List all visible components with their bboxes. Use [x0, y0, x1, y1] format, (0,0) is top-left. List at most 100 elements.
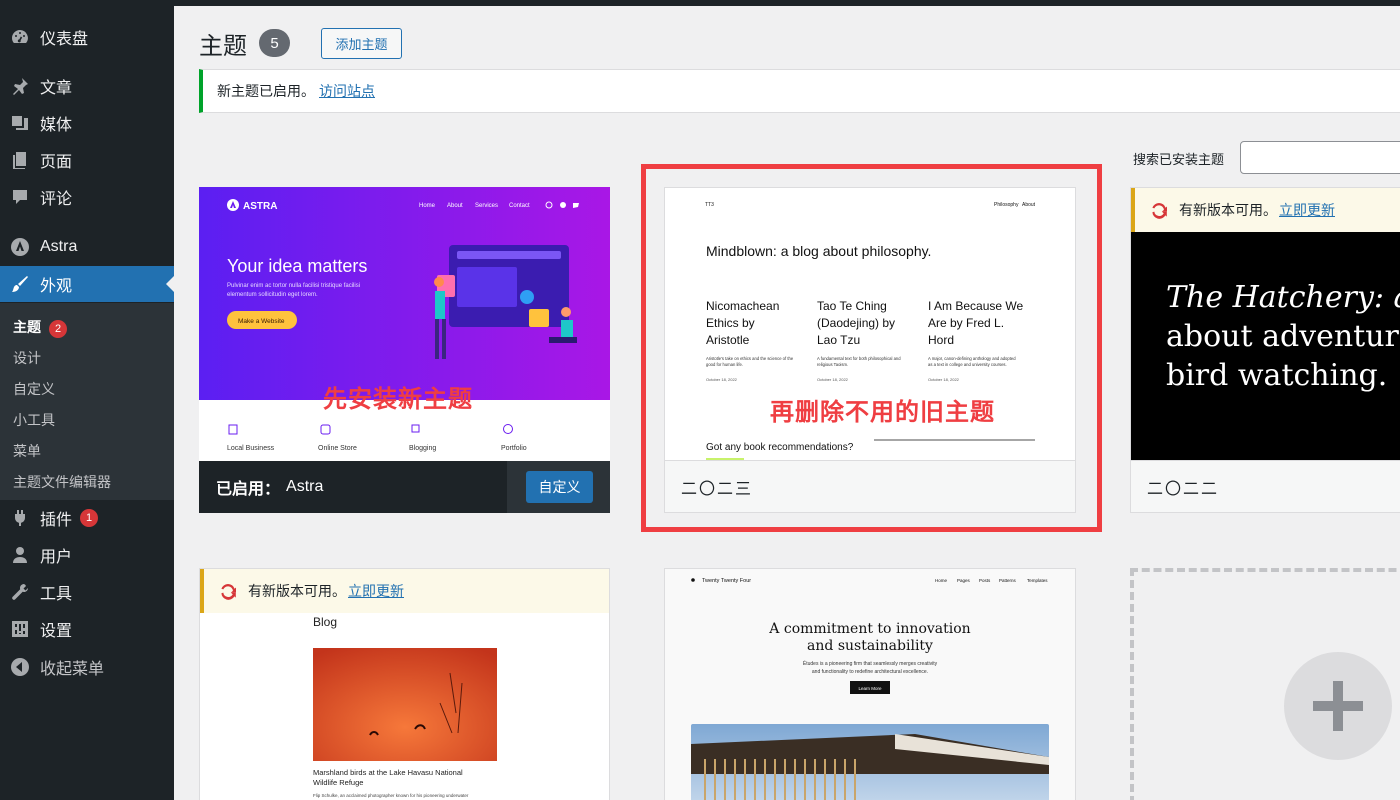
menu-plugins[interactable]: 插件 1 — [0, 500, 174, 536]
tt4-site-title: Twenty Twenty Four — [702, 578, 751, 584]
astra-sub1: Pulvinar enim ac tortor nulla facilisi t… — [227, 283, 360, 289]
user-icon — [9, 544, 31, 566]
page-icon — [9, 149, 31, 171]
menu-posts[interactable]: 文章 — [0, 68, 174, 104]
update-icon — [218, 581, 238, 601]
tt4-headline-2: and sustainability — [807, 638, 933, 654]
pin-icon — [9, 75, 31, 97]
tt1-preview: Blog Marshland birds at the Lake Havasu … — [200, 613, 609, 800]
add-theme-button[interactable]: 添加主题 — [321, 28, 402, 59]
astra-nav-about: About — [447, 203, 463, 209]
tt4-desc-1: Études is a pioneering firm that seamles… — [803, 660, 938, 667]
customize-button[interactable]: 自定义 — [526, 471, 593, 503]
menu-appearance-label: 外观 — [40, 278, 73, 295]
submenu-theme-editor[interactable]: 主题文件编辑器 — [13, 472, 111, 492]
admin-toolbar — [0, 0, 1400, 6]
tt2-footer: 二〇二二 — [1131, 460, 1400, 512]
menu-dashboard[interactable]: 仪表盘 — [0, 19, 174, 55]
tt2-update-text: 有新版本可用。 — [1179, 202, 1277, 218]
tt2-update-notice: 有新版本可用。 立即更新 — [1131, 188, 1400, 232]
tt4-preview: Twenty Twenty Four Home Pages Posts Patt… — [665, 569, 1075, 800]
menu-tools[interactable]: 工具 — [0, 574, 174, 610]
media-icon — [9, 112, 31, 134]
astra-nav-contact: Contact — [509, 203, 530, 209]
astra-sub2: elementum sollicitudin eget lorem. — [227, 292, 318, 298]
menu-users-label: 用户 — [40, 549, 73, 566]
appearance-submenu: 主题 2 设计 自定义 小工具 菜单 主题文件编辑器 — [0, 303, 174, 500]
tt4-headline-1: A commitment to innovation — [768, 621, 970, 637]
add-new-theme-circle — [1284, 652, 1392, 760]
astra-feature-1: Local Business — [227, 445, 275, 452]
menu-pages-label: 页面 — [40, 154, 73, 171]
collapse-icon — [9, 656, 31, 678]
menu-posts-label: 文章 — [40, 80, 73, 97]
theme-card-astra[interactable]: ASTRA Home About Services Contact Your i… — [199, 187, 610, 513]
menu-pages[interactable]: 页面 — [0, 142, 174, 178]
tt1-update-link[interactable]: 立即更新 — [348, 581, 404, 601]
astra-logo-text: ASTRA — [243, 201, 277, 212]
tt4-nav-patterns: Patterns — [999, 578, 1017, 583]
submenu-design[interactable]: 设计 — [13, 348, 41, 368]
notice-text: 新主题已启用。 — [217, 83, 315, 99]
menu-comments-label: 评论 — [40, 191, 73, 208]
plus-icon — [1313, 681, 1363, 731]
tt4-nav-pages: Pages — [957, 578, 971, 583]
menu-astra-label: Astra — [40, 238, 78, 255]
astra-nav-home: Home — [419, 203, 436, 209]
theme-card-twentytwentyone[interactable]: 有新版本可用。 立即更新 Blog Marshland birds at the… — [199, 568, 610, 800]
plugins-update-badge: 1 — [80, 509, 99, 527]
update-icon — [1149, 200, 1169, 220]
astra-feature-4: Portfolio — [501, 445, 527, 452]
annotation-delete: 再删除不用的旧主题 — [770, 399, 995, 426]
astra-nav-services: Services — [475, 203, 498, 209]
menu-dashboard-label: 仪表盘 — [40, 31, 89, 48]
menu-collapse[interactable]: 收起菜单 — [0, 649, 174, 685]
visit-site-link[interactable]: 访问站点 — [319, 81, 375, 101]
add-new-theme-card[interactable] — [1130, 568, 1400, 800]
astra-icon — [9, 236, 31, 258]
admin-sidebar: 仪表盘 文章 媒体 页面 评论 Astra 外观 主题 2 设计 自定义 小工具 … — [0, 0, 174, 800]
submenu-themes-label: 主题 — [13, 319, 41, 335]
tt2-line1: The Hatchery: a — [1166, 280, 1400, 315]
svg-text:Marshland birds at the Lake Ha: Marshland birds at the Lake Havasu Natio… — [313, 768, 463, 777]
astra-cta: Make a Website — [238, 318, 285, 325]
submenu-menus[interactable]: 菜单 — [13, 441, 41, 461]
menu-settings[interactable]: 设置 — [0, 611, 174, 647]
menu-plugins-label: 插件 — [40, 512, 73, 529]
astra-preview: ASTRA Home About Services Contact Your i… — [199, 187, 610, 461]
astra-headline: Your idea matters — [227, 256, 367, 276]
tt2-update-link[interactable]: 立即更新 — [1279, 200, 1335, 220]
theme-card-twentytwentytwo[interactable]: 有新版本可用。 立即更新 The Hatchery: a about adven… — [1130, 187, 1400, 513]
plugin-icon — [9, 507, 31, 529]
submenu-widgets[interactable]: 小工具 — [13, 410, 55, 430]
wrench-icon — [9, 581, 31, 603]
search-input[interactable] — [1240, 141, 1400, 174]
tt4-nav-posts: Posts — [979, 578, 991, 583]
menu-settings-label: 设置 — [40, 623, 73, 640]
menu-astra[interactable]: Astra — [0, 229, 174, 265]
astra-theme-name: Astra — [286, 478, 324, 495]
active-status-label: 已启用： — [216, 481, 281, 498]
settings-icon — [9, 618, 31, 640]
highlight-box — [641, 164, 1102, 532]
tt2-theme-name: 二〇二二 — [1147, 480, 1220, 498]
astra-active-footer: 已启用： Astra 自定义 — [199, 461, 610, 513]
submenu-themes[interactable]: 主题 2 — [13, 317, 67, 338]
submenu-customize[interactable]: 自定义 — [13, 379, 55, 399]
menu-appearance[interactable]: 外观 — [0, 266, 174, 302]
menu-tools-label: 工具 — [40, 586, 73, 603]
comment-icon — [9, 186, 31, 208]
themes-update-badge: 2 — [49, 320, 67, 338]
dashboard-icon — [9, 26, 31, 48]
menu-comments[interactable]: 评论 — [0, 179, 174, 215]
menu-media[interactable]: 媒体 — [0, 105, 174, 141]
tt1-blog-title: Blog — [313, 615, 337, 629]
menu-collapse-label: 收起菜单 — [40, 661, 105, 678]
theme-card-twentytwentyfour[interactable]: Twenty Twenty Four Home Pages Posts Patt… — [664, 568, 1076, 800]
tt4-nav-templates: Templates — [1027, 578, 1048, 583]
menu-users[interactable]: 用户 — [0, 537, 174, 573]
tt1-update-text: 有新版本可用。 — [248, 583, 346, 599]
tt2-line2: about adventure — [1166, 319, 1400, 354]
brush-icon — [9, 273, 31, 295]
theme-count-badge: 5 — [259, 29, 290, 57]
